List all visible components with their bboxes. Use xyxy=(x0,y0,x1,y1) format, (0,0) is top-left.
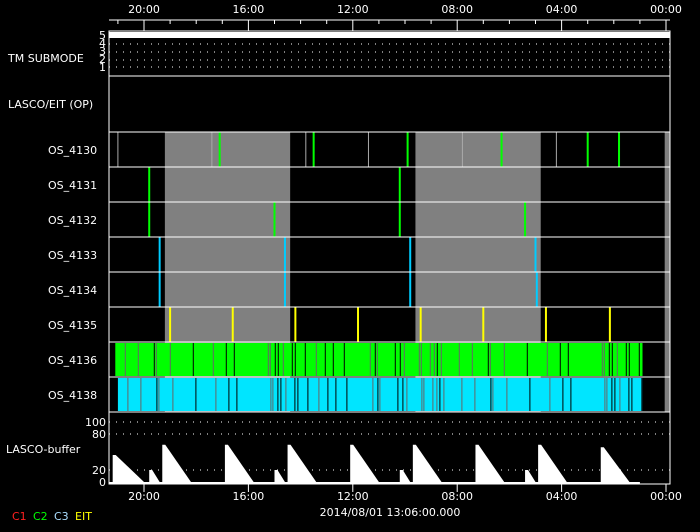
buffer-sawtooth xyxy=(475,444,505,482)
x-tick-label-bottom: 08:00 xyxy=(441,490,473,503)
row-label: OS_4134 xyxy=(48,284,97,297)
row-label: OS_4130 xyxy=(48,144,97,157)
x-tick-label-bottom: 20:00 xyxy=(128,490,160,503)
x-tick-label-bottom: 16:00 xyxy=(233,490,265,503)
buffer-sawtooth xyxy=(149,470,160,482)
buffer-sawtooth xyxy=(162,444,191,482)
buffer-sawtooth xyxy=(538,444,567,482)
buffer-sawtooth xyxy=(224,444,254,482)
x-tick-label-bottom: 04:00 xyxy=(546,490,578,503)
x-tick-label-top: 00:00 xyxy=(650,3,682,16)
date-label: 2014/08/01 13:06:00.000 xyxy=(320,506,461,519)
legend-item: EIT xyxy=(75,510,92,523)
buffer-sawtooth xyxy=(399,470,411,482)
row-label: OS_4138 xyxy=(48,389,97,402)
row-dense-block xyxy=(115,343,643,376)
lasco-eit-label: LASCO/EIT (OP) xyxy=(8,98,93,111)
buffer-sawtooth xyxy=(274,470,285,482)
row-label: OS_4132 xyxy=(48,214,97,227)
legend-item: C1 xyxy=(12,510,27,523)
legend-item: C3 xyxy=(54,510,69,523)
buffer-tick-label: 80 xyxy=(92,428,106,441)
row-label: OS_4135 xyxy=(48,319,97,332)
buffer-label: LASCO-buffer xyxy=(6,443,81,456)
x-tick-label-bottom: 00:00 xyxy=(650,490,682,503)
x-tick-label-top: 16:00 xyxy=(233,3,265,16)
row-label: OS_4136 xyxy=(48,354,97,367)
x-tick-label-top: 12:00 xyxy=(337,3,369,16)
buffer-tick-label: 0 xyxy=(99,476,106,489)
x-tick-label-top: 08:00 xyxy=(441,3,473,16)
x-tick-label-top: 20:00 xyxy=(128,3,160,16)
buffer-sawtooth xyxy=(350,444,379,482)
tm-submode-bar xyxy=(109,32,670,38)
buffer-sawtooth xyxy=(412,444,442,482)
tm-submode-label: TM SUBMODE xyxy=(7,52,84,65)
tm-tick-label: 1 xyxy=(99,61,106,74)
buffer-sawtooth xyxy=(287,444,317,482)
legend-item: C2 xyxy=(33,510,48,523)
lasco-timeline-chart: 54321TM SUBMODELASCO/EIT (OP)OS_4130OS_4… xyxy=(6,3,682,523)
x-tick-label-top: 04:00 xyxy=(546,3,578,16)
buffer-sawtooth xyxy=(600,447,630,482)
x-tick-label-bottom: 12:00 xyxy=(337,490,369,503)
buffer-sawtooth xyxy=(525,470,536,482)
row-label: OS_4131 xyxy=(48,179,97,192)
buffer-sawtooth xyxy=(112,455,144,482)
row-label: OS_4133 xyxy=(48,249,97,262)
